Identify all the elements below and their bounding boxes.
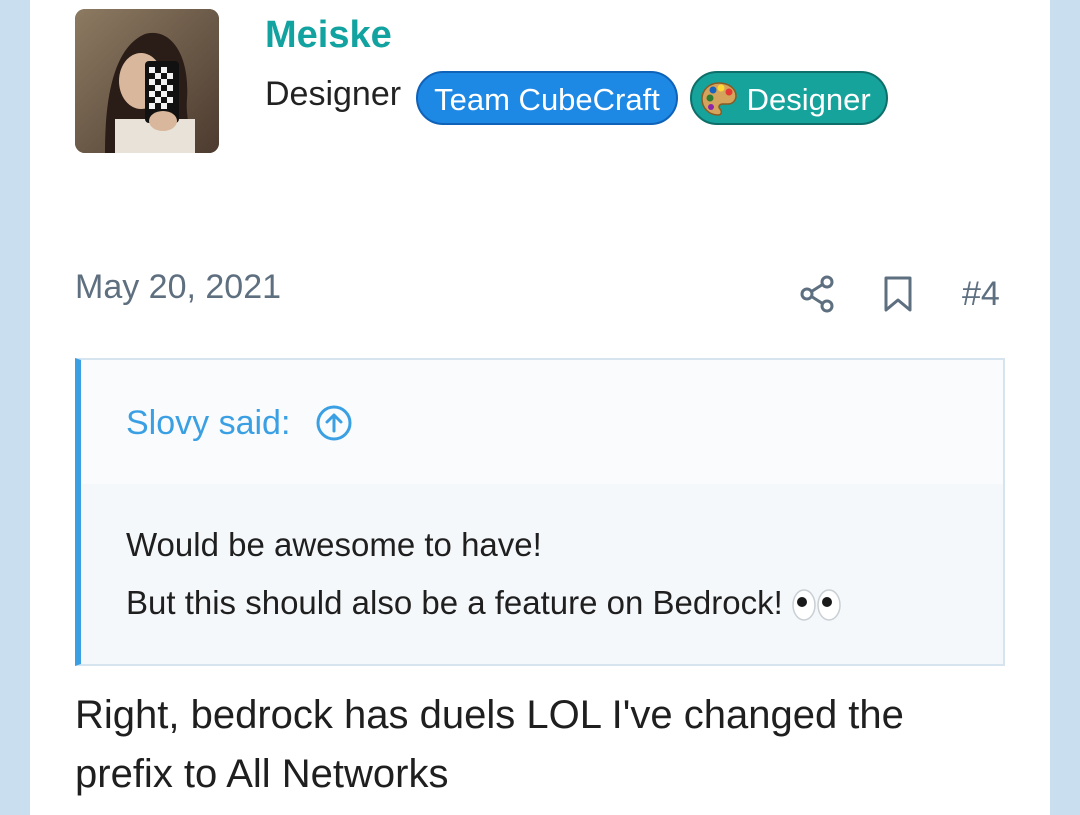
share-icon[interactable]	[798, 274, 838, 314]
post-date-link[interactable]: May 20, 2021	[75, 268, 281, 307]
forum-post: Meiske Designer Team CubeCraft Designer …	[30, 0, 1050, 815]
post-body-line: Right, bedrock has duels LOL I've change…	[75, 693, 904, 737]
designer-banner: Designer	[690, 71, 888, 125]
artist-palette-icon	[701, 82, 737, 116]
quote-block: Slovy said: Would be awesome to have! Bu…	[75, 358, 1005, 666]
bookmark-icon[interactable]	[878, 274, 918, 314]
user-title: Designer	[265, 75, 402, 113]
quote-header: Slovy said:	[81, 360, 1003, 484]
user-avatar[interactable]	[75, 9, 219, 153]
username-link[interactable]: Meiske	[265, 14, 392, 57]
arrow-up-circle-icon[interactable]	[315, 404, 353, 442]
eyes-icon	[792, 589, 841, 622]
designer-banner-label: Designer	[746, 82, 871, 117]
quote-text: But this should also be a feature on Bed…	[126, 584, 783, 621]
post-number-link[interactable]: #4	[962, 275, 1000, 314]
quote-author-link[interactable]: Slovy said:	[126, 404, 290, 443]
team-cubecraft-banner: Team CubeCraft	[416, 71, 678, 125]
avatar-photo-icon	[75, 9, 219, 153]
quote-text-line: Would be awesome to have!	[126, 526, 542, 563]
post-body-line: prefix to All Networks	[75, 752, 449, 796]
quote-text-line: But this should also be a feature on Bed…	[126, 584, 843, 623]
